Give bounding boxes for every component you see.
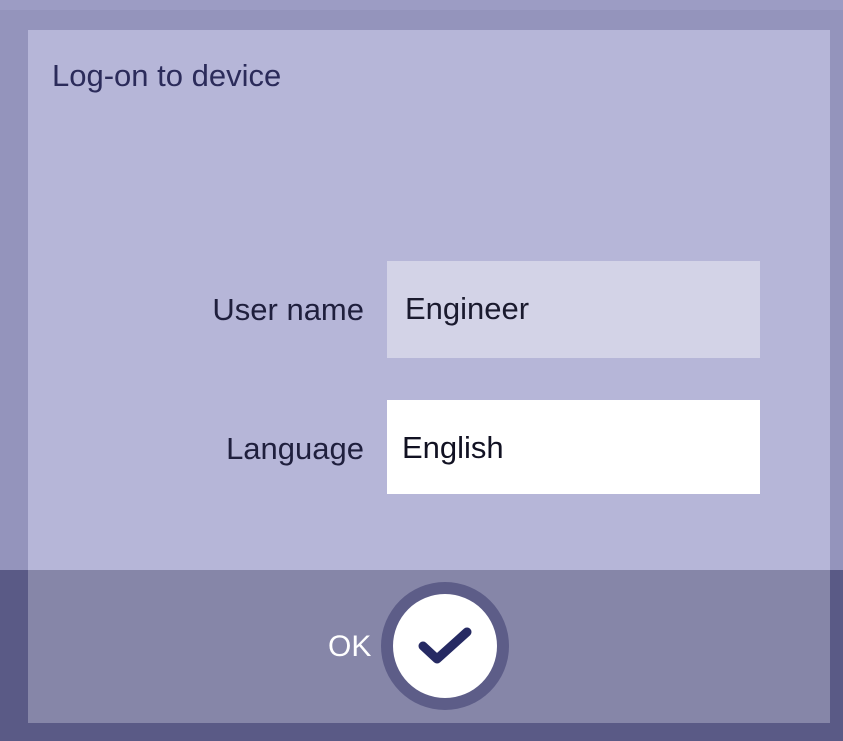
language-label: Language — [226, 431, 364, 466]
dialog-panel: Log-on to device User name Engineer Lang… — [28, 30, 830, 570]
ok-circle-inner — [393, 594, 498, 698]
ok-label: OK — [328, 630, 372, 663]
user-name-field[interactable]: Engineer — [387, 261, 760, 358]
language-value: English — [402, 430, 504, 465]
dialog-footer: OK — [0, 570, 843, 741]
dialog-frame-top — [0, 0, 843, 10]
ok-circle[interactable] — [381, 582, 510, 710]
dialog-title: Log-on to device — [52, 58, 282, 93]
user-name-value: Engineer — [405, 291, 530, 326]
checkmark-icon — [418, 627, 472, 664]
user-name-label: User name — [212, 292, 364, 327]
ok-button[interactable]: OK — [328, 582, 510, 710]
footer-bar: OK — [28, 570, 830, 723]
language-field[interactable]: English — [387, 400, 760, 494]
logon-dialog: Log-on to device User name Engineer Lang… — [0, 0, 843, 741]
